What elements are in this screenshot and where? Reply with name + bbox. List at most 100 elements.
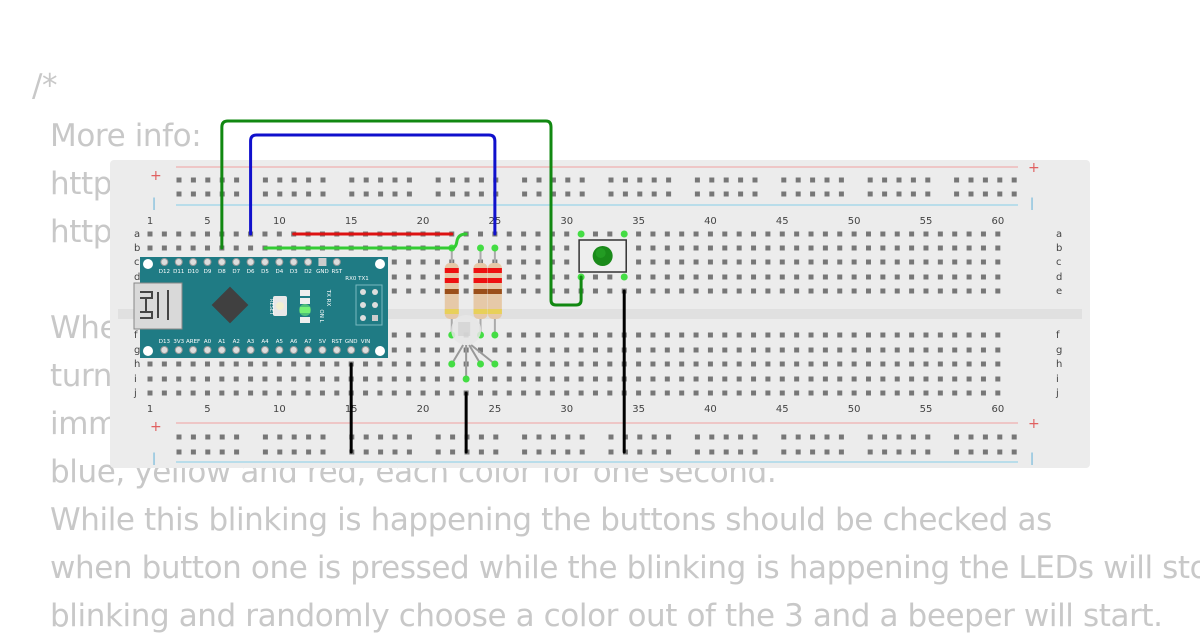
rail-hole[interactable]: [176, 449, 182, 455]
breadboard-hole[interactable]: [535, 376, 541, 382]
breadboard-hole[interactable]: [765, 274, 771, 280]
breadboard-hole[interactable]: [521, 245, 527, 251]
breadboard-hole[interactable]: [966, 231, 972, 237]
breadboard-hole[interactable]: [262, 390, 268, 396]
breadboard-hole[interactable]: [866, 361, 871, 367]
breadboard-hole[interactable]: [952, 231, 958, 237]
rail-hole[interactable]: [363, 449, 369, 455]
breadboard-hole[interactable]: [693, 259, 699, 265]
breadboard-hole[interactable]: [564, 259, 570, 265]
rail-hole[interactable]: [781, 177, 787, 183]
breadboard-hole[interactable]: [391, 259, 397, 265]
nano-pin-d3[interactable]: [289, 258, 298, 266]
rail-hole[interactable]: [205, 434, 211, 440]
breadboard-hole[interactable]: [592, 390, 598, 396]
breadboard-hole[interactable]: [894, 332, 900, 338]
nano-pin-vin[interactable]: [361, 346, 370, 354]
breadboard-hole[interactable]: [506, 259, 512, 265]
breadboard-hole[interactable]: [679, 245, 685, 251]
breadboard-hole[interactable]: [506, 390, 512, 396]
rail-hole[interactable]: [838, 449, 844, 455]
rail-hole[interactable]: [968, 191, 974, 197]
breadboard-hole[interactable]: [564, 332, 570, 338]
rail-hole[interactable]: [478, 191, 484, 197]
rail-hole[interactable]: [666, 177, 672, 183]
breadboard-hole[interactable]: [851, 376, 857, 382]
rail-hole[interactable]: [709, 191, 715, 197]
breadboard-hole[interactable]: [822, 376, 828, 382]
rail-hole[interactable]: [306, 434, 312, 440]
breadboard-hole[interactable]: [736, 376, 742, 382]
breadboard-hole[interactable]: [535, 332, 541, 338]
rail-hole[interactable]: [968, 177, 974, 183]
breadboard-hole[interactable]: [707, 231, 713, 237]
breadboard-hole[interactable]: [722, 231, 728, 237]
rail-hole[interactable]: [579, 191, 585, 197]
breadboard-hole[interactable]: [664, 361, 670, 367]
breadboard-hole[interactable]: [391, 332, 397, 338]
rail-hole[interactable]: [435, 449, 441, 455]
nano-pin-a1[interactable]: [217, 346, 226, 354]
breadboard-hole[interactable]: [564, 390, 570, 396]
breadboard-hole[interactable]: [880, 332, 886, 338]
icsp-pin[interactable]: [372, 315, 378, 321]
breadboard-hole[interactable]: [707, 274, 713, 280]
breadboard-hole[interactable]: [161, 361, 167, 367]
rail-hole[interactable]: [493, 449, 499, 455]
breadboard-hole[interactable]: [679, 259, 685, 265]
rail-hole[interactable]: [666, 449, 672, 455]
breadboard-hole[interactable]: [952, 245, 958, 251]
breadboard-hole[interactable]: [607, 390, 613, 396]
breadboard-hole[interactable]: [434, 332, 440, 338]
rail-hole[interactable]: [349, 191, 355, 197]
breadboard-hole[interactable]: [664, 390, 670, 396]
breadboard-hole[interactable]: [765, 332, 771, 338]
breadboard-hole[interactable]: [693, 274, 699, 280]
breadboard-hole[interactable]: [377, 361, 383, 367]
rail-hole[interactable]: [651, 449, 657, 455]
rail-hole[interactable]: [608, 449, 614, 455]
rail-hole[interactable]: [795, 434, 801, 440]
rail-hole[interactable]: [536, 191, 542, 197]
rail-hole[interactable]: [406, 434, 412, 440]
breadboard-hole[interactable]: [219, 361, 225, 367]
rail-hole[interactable]: [190, 434, 196, 440]
rail-hole[interactable]: [392, 177, 398, 183]
breadboard-hole[interactable]: [779, 332, 785, 338]
rail-hole[interactable]: [910, 177, 916, 183]
breadboard-hole[interactable]: [736, 274, 742, 280]
rail-hole[interactable]: [637, 434, 643, 440]
rail-hole[interactable]: [1011, 434, 1017, 440]
breadboard-hole[interactable]: [880, 259, 886, 265]
breadboard-hole[interactable]: [233, 231, 239, 237]
breadboard-hole[interactable]: [449, 347, 455, 353]
breadboard-hole[interactable]: [578, 390, 584, 396]
breadboard-hole[interactable]: [248, 376, 254, 382]
breadboard-hole[interactable]: [506, 332, 512, 338]
breadboard-hole[interactable]: [276, 231, 282, 237]
breadboard-hole[interactable]: [937, 347, 943, 353]
rail-hole[interactable]: [262, 449, 268, 455]
nano-pin-d7[interactable]: [232, 258, 241, 266]
breadboard-hole[interactable]: [722, 274, 728, 280]
rail-hole[interactable]: [982, 434, 988, 440]
rail-hole[interactable]: [795, 191, 801, 197]
rail-hole[interactable]: [882, 449, 888, 455]
rail-hole[interactable]: [478, 449, 484, 455]
rail-hole[interactable]: [824, 449, 830, 455]
breadboard-hole[interactable]: [305, 361, 311, 367]
breadboard-hole[interactable]: [980, 347, 986, 353]
breadboard-hole[interactable]: [966, 259, 972, 265]
rail-hole[interactable]: [291, 449, 297, 455]
rail-hole[interactable]: [464, 177, 470, 183]
nano-pin-a3[interactable]: [246, 346, 255, 354]
breadboard-hole[interactable]: [650, 245, 656, 251]
breadboard-hole[interactable]: [693, 288, 699, 294]
breadboard-hole[interactable]: [679, 390, 685, 396]
breadboard-hole[interactable]: [736, 332, 742, 338]
breadboard-hole[interactable]: [636, 361, 642, 367]
breadboard-hole[interactable]: [751, 332, 757, 338]
breadboard-hole[interactable]: [607, 376, 613, 382]
rail-hole[interactable]: [666, 191, 672, 197]
breadboard-hole[interactable]: [506, 361, 512, 367]
